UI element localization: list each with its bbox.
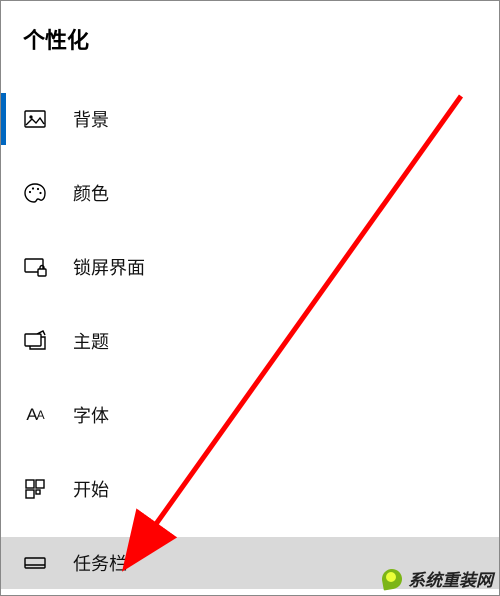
themes-icon [23, 329, 47, 353]
nav-item-label: 开始 [73, 476, 109, 502]
section-title: 个性化 [1, 23, 499, 55]
nav-item-label: 字体 [73, 402, 109, 428]
nav-item-label: 锁屏界面 [73, 254, 145, 280]
nav-item-background[interactable]: 背景 [1, 93, 499, 145]
start-icon [23, 477, 47, 501]
palette-icon [23, 181, 47, 205]
personalization-panel: 个性化 背景 颜色 锁屏界面 主题 [1, 1, 499, 595]
picture-icon [23, 107, 47, 131]
nav-item-label: 背景 [73, 106, 109, 132]
nav-item-start[interactable]: 开始 [1, 463, 499, 515]
nav-item-lockscreen[interactable]: 锁屏界面 [1, 241, 499, 293]
settings-nav: 背景 颜色 锁屏界面 主题 AA 字体 [1, 93, 499, 589]
nav-item-label: 主题 [73, 328, 109, 354]
nav-item-colors[interactable]: 颜色 [1, 167, 499, 219]
nav-item-label: 任务栏 [73, 550, 127, 576]
nav-item-label: 颜色 [73, 180, 109, 206]
nav-item-fonts[interactable]: AA 字体 [1, 389, 499, 441]
fonts-icon: AA [23, 403, 47, 427]
lockscreen-icon [23, 255, 47, 279]
nav-item-themes[interactable]: 主题 [1, 315, 499, 367]
taskbar-icon [23, 551, 47, 575]
nav-item-taskbar[interactable]: 任务栏 [1, 537, 499, 589]
